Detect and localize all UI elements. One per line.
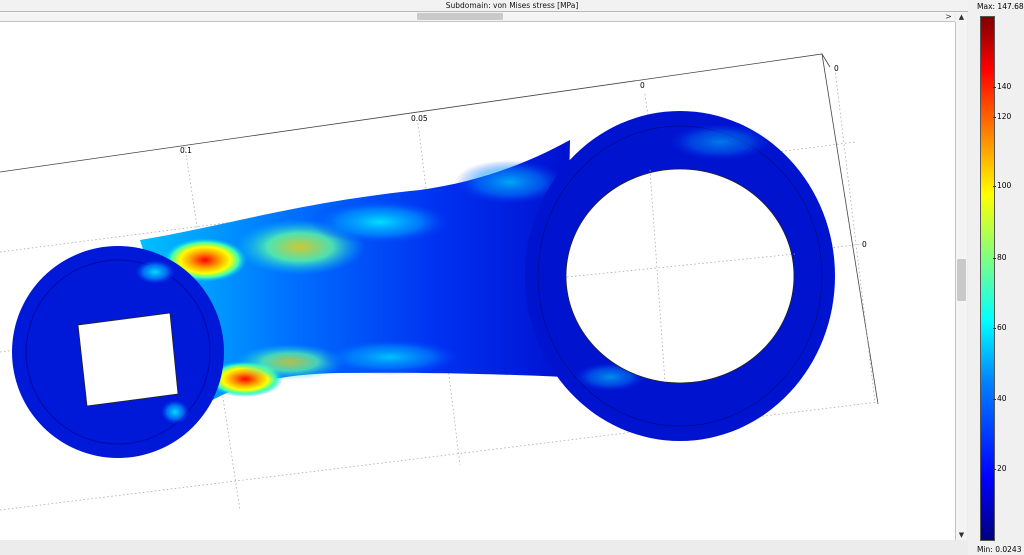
stress-plot: 0.1 0.05 0 0 0	[0, 53, 879, 511]
colorbar-max-label: Max: 147.683	[977, 2, 1024, 11]
horizontal-scroll-thumb[interactable]	[417, 13, 503, 20]
colorbar-tick: 100	[997, 181, 1012, 190]
vertical-scroll-thumb[interactable]	[957, 259, 966, 301]
axis-label: 0	[640, 81, 645, 90]
colorbar-tick: 120	[997, 112, 1012, 121]
scroll-up-arrow[interactable]: ▲	[956, 12, 967, 22]
colorbar-min-label: Min: 0.0243	[977, 545, 1022, 554]
axis-label: 0.1	[180, 146, 192, 155]
scroll-down-arrow[interactable]: ▼	[956, 530, 967, 540]
plot-viewport[interactable]: 0.1 0.05 0 0 0	[0, 22, 956, 540]
colorbar-tick: 40	[997, 394, 1007, 403]
colorbar-tick: 60	[997, 323, 1007, 332]
colorbar-tick: 80	[997, 253, 1007, 262]
plot-title: Subdomain: von Mises stress [MPa]	[0, 0, 1024, 12]
colorbar-legend: Max: 147.683 140 120 100 80 60 40 20 Min…	[968, 0, 1024, 555]
horizontal-scrollbar[interactable]: >	[0, 12, 955, 22]
colorbar-gradient	[980, 16, 995, 541]
axis-label: 0	[834, 64, 839, 73]
axis-label: 0.05	[411, 114, 428, 123]
connecting-rod	[12, 111, 835, 458]
axis-label: 0	[862, 240, 867, 249]
status-bar	[0, 540, 968, 555]
colorbar-tick: 20	[997, 464, 1007, 473]
vertical-scrollbar[interactable]: ▲ ▼	[956, 12, 967, 540]
scroll-right-arrow[interactable]: >	[944, 12, 953, 21]
colorbar-tick: 140	[997, 82, 1012, 91]
